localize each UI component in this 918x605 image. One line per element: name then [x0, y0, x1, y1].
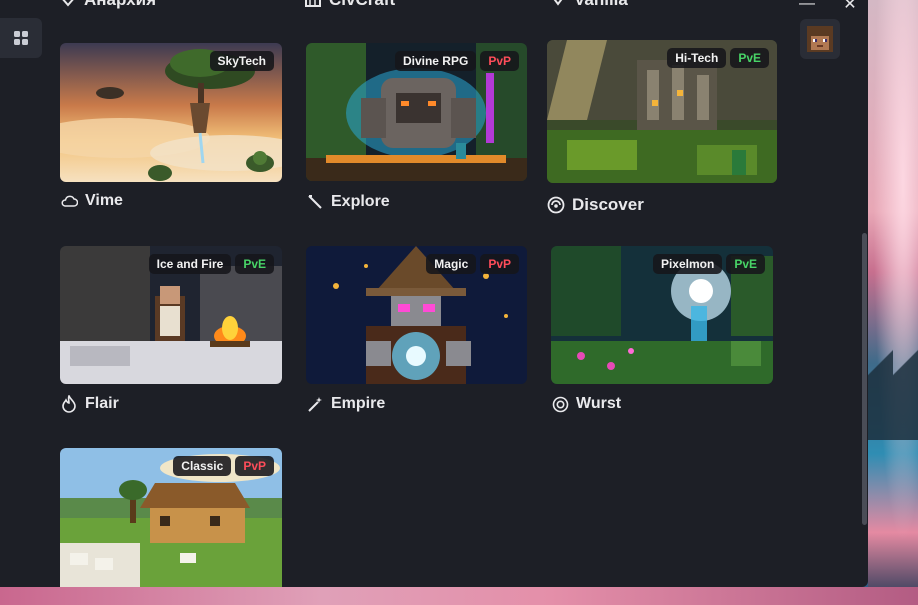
tag-badge: SkyTech	[209, 51, 274, 71]
server-card-discover[interactable]: Hi-Tech PvE	[547, 40, 777, 183]
tag-list: Hi-Tech PvE	[667, 48, 769, 68]
server-title-empire[interactable]: Empire	[306, 395, 385, 413]
skull-icon	[62, 0, 74, 7]
tag-badge: Hi-Tech	[667, 48, 727, 68]
tag-badge: Classic	[173, 456, 232, 476]
server-image: Hi-Tech PvE	[547, 40, 777, 183]
category-label: CivCraft	[329, 0, 395, 10]
minimize-icon: —	[799, 0, 815, 12]
server-title-vime[interactable]: Vime	[60, 192, 123, 210]
tag-list: Pixelmon PvE	[652, 254, 765, 274]
server-name: Flair	[85, 395, 119, 412]
server-card-empire[interactable]: Magic PvP	[306, 246, 527, 384]
server-title-discover[interactable]: Discover	[547, 195, 644, 215]
close-icon: ✕	[843, 0, 857, 13]
tag-badge: Divine RPG	[394, 51, 477, 71]
desktop-wallpaper-bottom	[0, 587, 918, 605]
tag-badge-pve: PvE	[726, 254, 765, 274]
server-name: Explore	[331, 193, 390, 210]
server-card-flair[interactable]: Ice and Fire PvE	[60, 246, 282, 384]
server-image: Magic PvP	[306, 246, 527, 384]
tag-badge-pvp: PvP	[480, 51, 519, 71]
magic-wand-icon	[306, 395, 324, 413]
tag-badge-pvp: PvP	[235, 456, 274, 476]
tag-badge: Ice and Fire	[148, 254, 232, 274]
target-icon	[551, 395, 569, 413]
tag-badge: Pixelmon	[652, 254, 723, 274]
server-name: Empire	[331, 395, 386, 412]
category-header-row: Анархия CivCraft Vanilla	[0, 0, 868, 10]
wallpaper-trees	[868, 300, 918, 440]
grid-icon	[14, 31, 28, 45]
server-title-flair[interactable]: Flair	[60, 395, 119, 413]
tag-list: Magic PvP	[426, 254, 519, 274]
server-image: Pixelmon PvE	[551, 246, 773, 384]
tag-badge-pvp: PvP	[480, 254, 519, 274]
launcher-window: Анархия CivCraft Vanilla — ✕	[0, 0, 868, 587]
server-title-explore[interactable]: Explore	[306, 193, 390, 211]
tag-list: Ice and Fire PvE	[148, 254, 274, 274]
tag-list: Classic PvP	[173, 456, 274, 476]
tag-badge-pve: PvE	[730, 48, 769, 68]
server-name: Vime	[85, 192, 123, 209]
server-name: Discover	[572, 195, 644, 214]
category-civcraft[interactable]: CivCraft	[305, 0, 395, 10]
minimize-button[interactable]: —	[799, 0, 815, 12]
cloud-icon	[60, 192, 78, 210]
server-name: Wurst	[576, 395, 622, 412]
server-card-vime[interactable]: SkyTech	[60, 43, 282, 182]
server-card-explore[interactable]: Divine RPG PvP	[306, 43, 527, 181]
server-title-wurst[interactable]: Wurst	[551, 395, 621, 413]
category-label: Анархия	[84, 0, 156, 10]
close-button[interactable]: ✕	[842, 0, 858, 13]
tag-list: SkyTech	[209, 51, 274, 71]
server-card-wurst[interactable]: Pixelmon PvE	[551, 246, 773, 384]
server-image: Ice and Fire PvE	[60, 246, 282, 384]
building-icon	[305, 0, 321, 7]
category-vanilla[interactable]: Vanilla	[550, 0, 628, 10]
scrollbar-thumb[interactable]	[862, 233, 867, 525]
tag-list: Divine RPG PvP	[394, 51, 519, 71]
tag-badge: Magic	[426, 254, 477, 274]
server-image: SkyTech	[60, 43, 282, 182]
tag-badge-pve: PvE	[235, 254, 274, 274]
globe-icon	[547, 196, 565, 214]
server-card-classic[interactable]: Classic PvP	[60, 448, 282, 587]
server-image: Divine RPG PvP	[306, 43, 527, 181]
server-image: Classic PvP	[60, 448, 282, 587]
pickaxe-icon	[306, 193, 324, 211]
grid-view-button[interactable]	[0, 18, 42, 58]
cube-icon	[553, 0, 563, 6]
profile-button[interactable]	[800, 19, 840, 59]
category-anarchy[interactable]: Анархия	[60, 0, 156, 10]
category-label: Vanilla	[574, 0, 628, 10]
flame-icon	[60, 395, 78, 413]
avatar	[807, 26, 833, 52]
